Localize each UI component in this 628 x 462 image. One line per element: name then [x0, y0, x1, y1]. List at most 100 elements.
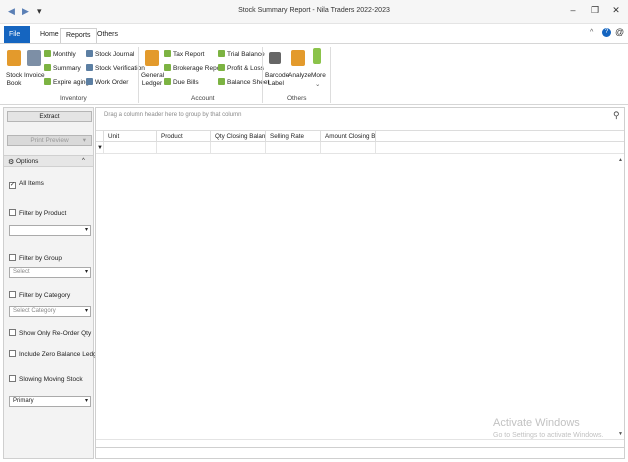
reorder-qty-label: Show Only Re-Order Qty [19, 330, 92, 337]
stock-journal-icon [86, 50, 93, 57]
close-button[interactable]: ✕ [609, 5, 623, 16]
filter-category-checkbox[interactable]: Filter by Category [9, 291, 70, 299]
brokerage-report-icon [164, 64, 171, 71]
checkbox-icon [9, 350, 16, 357]
stock-journal-button[interactable]: Stock Journal [86, 50, 134, 58]
ribbon-separator [138, 47, 139, 103]
more-chevron-down-icon[interactable]: ⌄ [315, 80, 320, 88]
column-qty-closing-balance[interactable]: Qty Closing Balance [211, 131, 266, 142]
monthly-icon [44, 50, 51, 57]
column-product[interactable]: Product [157, 131, 211, 142]
column-selling-rate[interactable]: Selling Rate [266, 131, 321, 142]
row-indicator-header [96, 131, 104, 142]
help-icon[interactable]: ? [602, 28, 611, 37]
product-select[interactable]: ▾ [9, 225, 91, 236]
expire-aging-label: Expire aging [53, 79, 90, 86]
filter-icon[interactable]: ▼ [96, 142, 104, 154]
stock-book-button[interactable]: Stock Book [6, 72, 22, 88]
column-header-row: Unit Product Qty Closing Balance Selling… [96, 130, 624, 142]
window-title: Stock Summary Report - Nila Traders 2022… [238, 7, 390, 14]
stock-verification-button[interactable]: Stock Verification [86, 64, 145, 72]
column-amount-closing-balance[interactable]: Amount Closing Ba... [321, 131, 376, 142]
analyze-button[interactable]: Analyze [288, 72, 311, 79]
grid-footer [96, 447, 624, 458]
search-icon[interactable]: ⚲ [613, 110, 620, 121]
ribbon: Stock Book Invoice Monthly Summary Expir… [0, 43, 628, 105]
reorder-qty-checkbox[interactable]: Show Only Re-Order Qty [9, 329, 91, 337]
group-select[interactable]: Select ▾ [9, 267, 91, 278]
group-panel[interactable]: Drag a column header here to group by th… [96, 112, 624, 124]
stock-verification-icon [86, 64, 93, 71]
print-preview-dropdown-icon[interactable]: ▾ [83, 136, 86, 146]
group-select-placeholder: Select [13, 269, 30, 275]
print-preview-button[interactable]: Print Preview ▾ [7, 135, 92, 146]
tax-report-icon [164, 50, 171, 57]
unit-type-select[interactable]: Primary ▾ [9, 396, 91, 407]
column-unit[interactable]: Unit [104, 131, 157, 142]
expire-aging-button[interactable]: Expire aging [44, 78, 89, 86]
scroll-down-icon[interactable]: ▼ [618, 431, 623, 437]
minimize-button[interactable]: – [566, 5, 580, 15]
checkbox-icon [9, 254, 16, 261]
about-icon[interactable]: @ [615, 27, 624, 37]
invoice-button[interactable]: Invoice [24, 72, 45, 79]
barcode-label-button[interactable]: Barcode Label [265, 72, 289, 88]
filter-cell[interactable] [211, 142, 266, 154]
print-preview-label: Print Preview [30, 137, 69, 144]
zero-balance-checkbox[interactable]: Include Zero Balance Ledger [9, 350, 102, 358]
filter-category-label: Filter by Category [19, 292, 71, 299]
summary-button[interactable]: Summary [44, 64, 81, 72]
title-bar: ◀ ▶ ▾ Stock Summary Report - Nila Trader… [0, 0, 628, 24]
tab-others[interactable]: Others [92, 28, 123, 43]
category-select[interactable]: Select Category ▾ [9, 306, 91, 317]
filter-product-checkbox[interactable]: Filter by Product [9, 209, 66, 217]
filter-cell[interactable] [104, 142, 157, 154]
checkmark-icon: ✓ [9, 182, 16, 189]
options-header[interactable]: ⚙ Options ^ [4, 155, 93, 167]
brokerage-report-label: Brokerage Report [173, 65, 225, 72]
summary-label: Summary [53, 65, 81, 72]
scroll-up-icon[interactable]: ▲ [618, 157, 623, 163]
checkbox-icon [9, 329, 16, 336]
general-ledger-icon [145, 50, 159, 66]
trial-balance-icon [218, 50, 225, 57]
filter-cell[interactable] [321, 142, 376, 154]
balance-sheet-icon [218, 78, 225, 85]
activate-windows-subtitle: Go to Settings to activate Windows. [493, 432, 604, 439]
extract-button[interactable]: Extract [7, 111, 92, 122]
tab-file[interactable]: File [4, 26, 30, 43]
all-items-checkbox[interactable]: ✓ All Items [9, 180, 44, 189]
more-button[interactable]: More [311, 72, 326, 79]
monthly-label: Monthly [53, 51, 76, 58]
filter-group-checkbox[interactable]: Filter by Group [9, 254, 62, 262]
collapse-options-icon[interactable]: ^ [82, 158, 85, 164]
dropdown-arrow-icon: ▾ [84, 227, 88, 233]
options-title: Options [16, 158, 39, 165]
tax-report-button[interactable]: Tax Report [164, 50, 204, 58]
collapse-ribbon-icon[interactable]: ^ [590, 29, 593, 36]
general-ledger-button[interactable]: General Ledger [141, 72, 164, 88]
trial-balance-button[interactable]: Trial Balance [218, 50, 265, 58]
maximize-button[interactable]: ❐ [588, 5, 602, 16]
filter-cell[interactable] [157, 142, 211, 154]
slowing-stock-checkbox[interactable]: Slowing Moving Stock [9, 375, 83, 383]
dropdown-arrow-icon: ▾ [84, 308, 88, 314]
stock-journal-label: Stock Journal [95, 51, 135, 58]
ribbon-separator [330, 47, 331, 103]
slowing-stock-label: Slowing Moving Stock [19, 376, 83, 383]
profit-loss-icon [218, 64, 225, 71]
filter-cell[interactable] [266, 142, 321, 154]
group-hint-text: Drag a column header here to group by th… [104, 112, 242, 118]
due-bills-button[interactable]: Due Bills [164, 78, 199, 86]
filter-group-label: Filter by Group [19, 255, 62, 262]
options-panel: Extract Print Preview ▾ ⚙ Options ^ ✓ All … [3, 107, 102, 459]
more-icon [313, 48, 321, 64]
profit-loss-button[interactable]: Profit & Loss [218, 64, 264, 72]
account-group-label: Account [191, 95, 215, 102]
monthly-button[interactable]: Monthly [44, 50, 76, 58]
work-order-button[interactable]: Work Order [86, 78, 128, 86]
stock-book-icon [7, 50, 21, 66]
brokerage-report-button[interactable]: Brokerage Report [164, 64, 224, 72]
filter-row[interactable]: ▼ [96, 142, 624, 154]
horizontal-scrollbar[interactable] [96, 439, 624, 447]
